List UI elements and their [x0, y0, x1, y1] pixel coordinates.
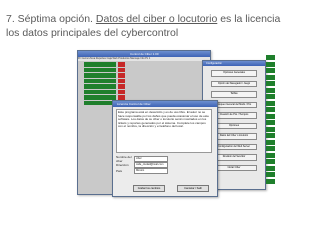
pc-alert [118, 84, 125, 89]
pc-status-bar[interactable] [84, 62, 116, 67]
field-label: País [116, 169, 123, 173]
pc-status-bar[interactable] [84, 89, 116, 94]
pc-status-bar[interactable] [84, 73, 116, 78]
pc-alert [118, 67, 125, 72]
pc-alert [118, 89, 125, 94]
pc-cell[interactable] [266, 94, 275, 99]
pc-cell[interactable] [266, 172, 275, 177]
pc-cell[interactable] [266, 159, 275, 164]
main-menu-bar[interactable]: Pc Cerrar Zona Reportes Caja Web Product… [78, 57, 210, 61]
pc-cell[interactable] [266, 100, 275, 106]
pc-cell[interactable] [266, 68, 275, 73]
save-button[interactable]: Grabar los cambios [133, 185, 165, 192]
pc-cell[interactable] [266, 152, 275, 158]
pc-status-bar[interactable] [84, 78, 116, 83]
heading-line-2: los datos principales del cybercontrol [6, 27, 179, 39]
pc-alert [118, 95, 125, 100]
pc-strip-right [266, 55, 275, 185]
ciber-data-form: Nombre del ciber ciber Dirección calle_c… [116, 155, 212, 174]
heading-line-1: 7. Séptima opción. Datos del ciber o loc… [6, 12, 316, 26]
pc-cell[interactable] [266, 87, 275, 93]
pc-cell[interactable] [266, 81, 275, 86]
pc-cell[interactable] [266, 178, 275, 184]
heading-suffix: es la licencia [217, 13, 281, 25]
config-button[interactable]: Opciones Generales [211, 70, 257, 77]
pc-cell[interactable] [266, 165, 275, 171]
pc-alert [118, 78, 125, 83]
heading-prefix: 7. Séptima opción. [6, 13, 96, 25]
license-dialog: Licencia Control de Ciber Este programa … [112, 100, 218, 197]
pc-cell[interactable] [266, 113, 275, 119]
field-label: Dirección [116, 163, 129, 167]
dialog-buttons: Grabar los cambios Cancelar / Salir [133, 185, 209, 192]
pc-cell[interactable] [266, 61, 275, 67]
pc-cell[interactable] [266, 146, 275, 151]
pc-cell[interactable] [266, 55, 275, 60]
pc-status-bar[interactable] [84, 95, 116, 100]
pc-cell[interactable] [266, 133, 275, 138]
config-title: Configuración [206, 62, 223, 65]
pc-status-bar[interactable] [84, 84, 116, 89]
config-button[interactable]: Tarifas [211, 91, 257, 98]
license-text: Este programa está en desarrollo y es de… [116, 109, 212, 153]
pc-alert [118, 62, 125, 67]
heading: 7. Séptima opción. Datos del ciber o loc… [6, 12, 316, 40]
heading-link[interactable]: Datos del ciber o locutorio [96, 13, 217, 25]
config-titlebar[interactable]: Configuración [203, 61, 265, 66]
pc-cell[interactable] [266, 139, 275, 145]
form-row: País México [116, 168, 212, 174]
config-button[interactable]: Opción del Navegador / Juego [211, 80, 257, 87]
pc-cell[interactable] [266, 74, 275, 80]
country-select[interactable]: México [134, 168, 168, 174]
cancel-button[interactable]: Cancelar / Salir [177, 185, 209, 192]
pc-cell[interactable] [266, 126, 275, 132]
dialog-title: Licencia Control de Ciber [117, 102, 151, 106]
pc-cell[interactable] [266, 107, 275, 112]
pc-status-bar[interactable] [84, 67, 116, 72]
pc-alert [118, 73, 125, 78]
field-label: Nombre del ciber [116, 155, 132, 163]
dialog-titlebar[interactable]: Licencia Control de Ciber [113, 101, 217, 107]
pc-cell[interactable] [266, 120, 275, 125]
